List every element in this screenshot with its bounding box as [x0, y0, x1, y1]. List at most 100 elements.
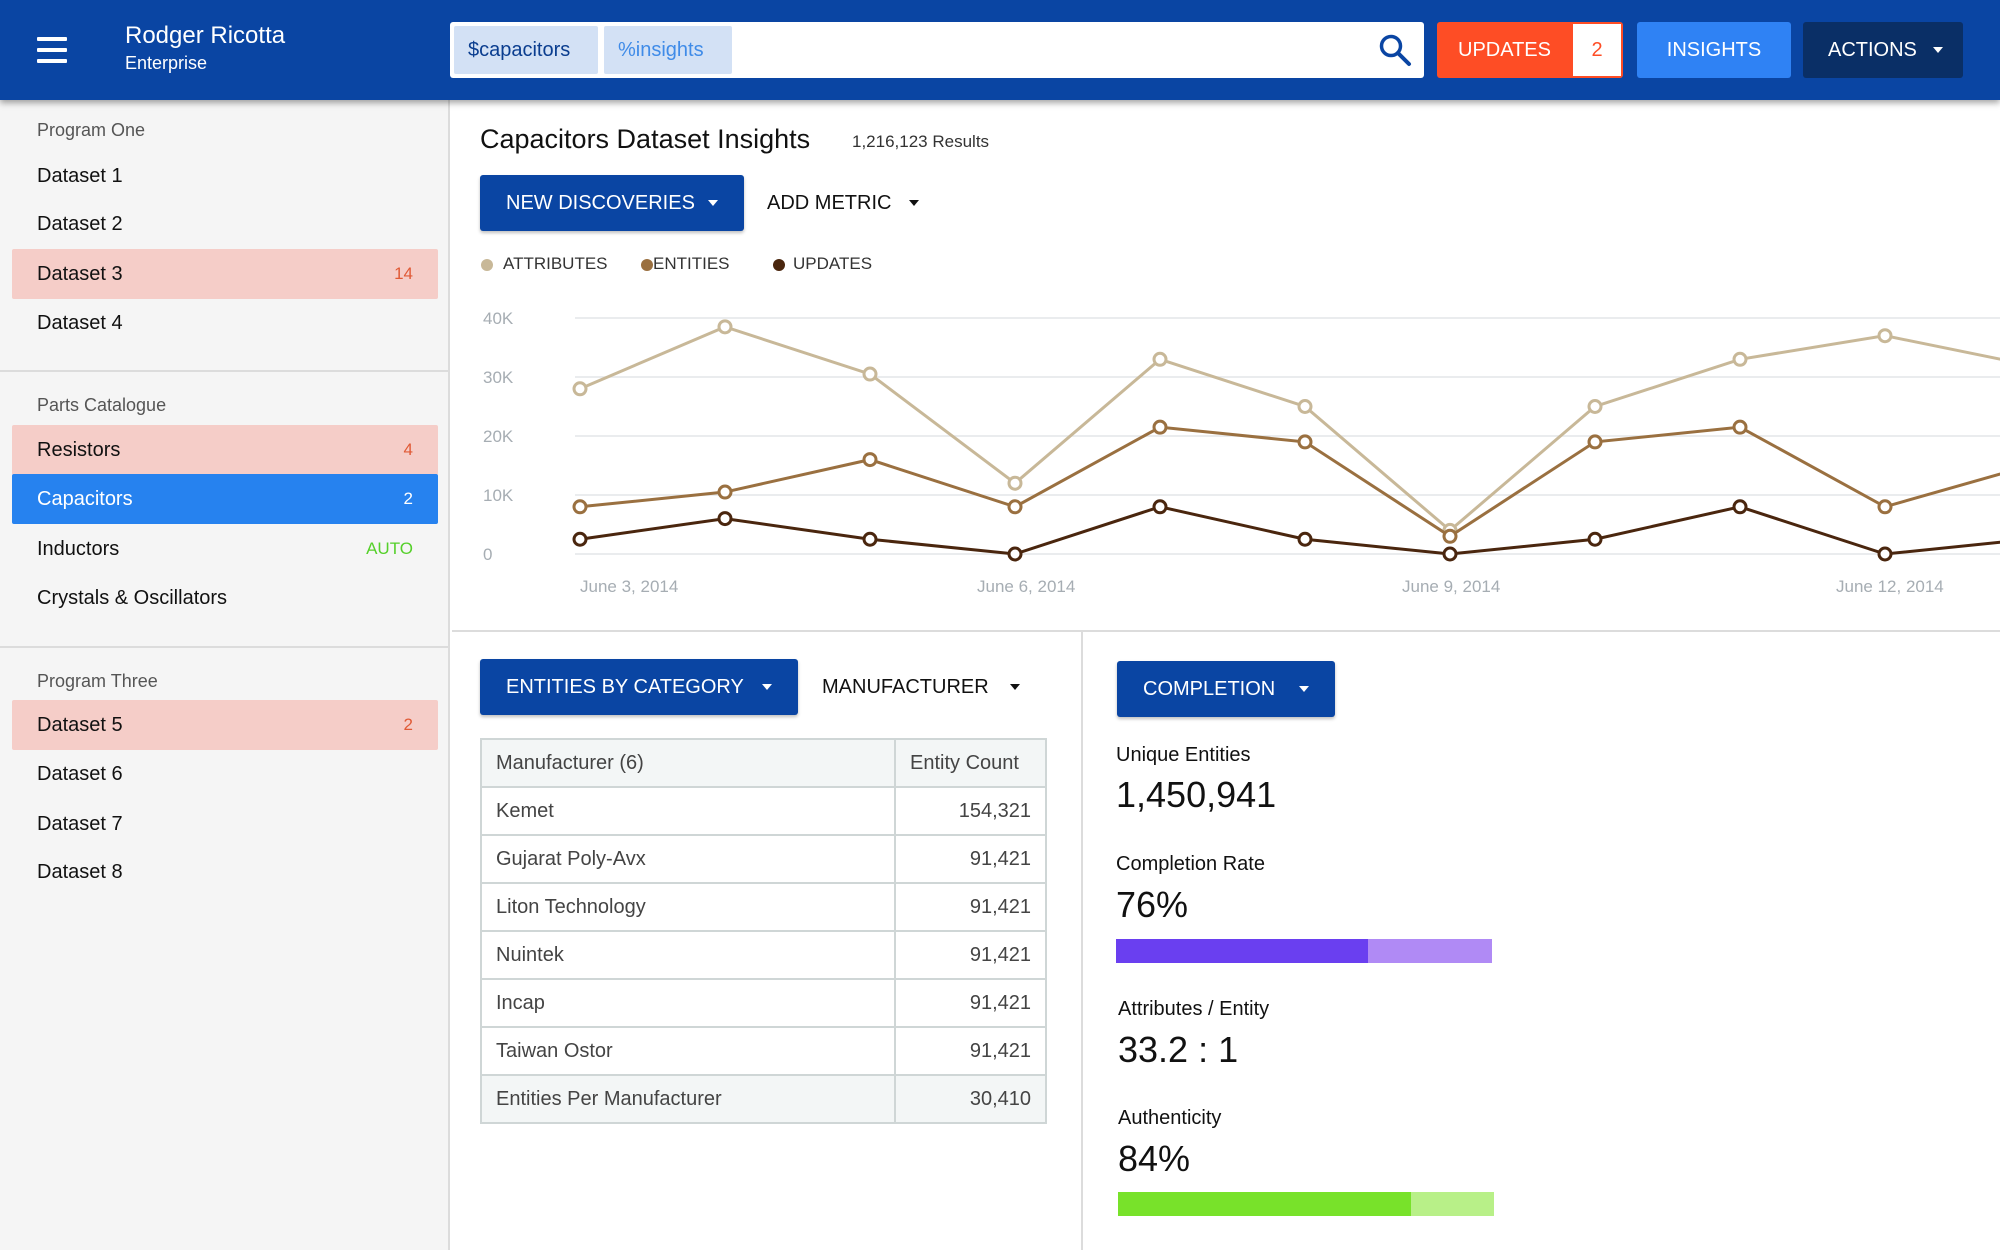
data-point-updates[interactable] — [1877, 546, 1893, 562]
manufacturer-cell: Taiwan Ostor — [480, 1026, 896, 1076]
data-point-entities[interactable] — [862, 452, 878, 468]
data-point-entities[interactable] — [1732, 419, 1748, 435]
auto-badge: AUTO — [366, 539, 413, 558]
sidebar-item-dataset-6[interactable]: Dataset 6 — [12, 749, 438, 799]
line-chart: 40K 30K 20K 10K 0 June 3, 2014 June 6, 2014 Jun… — [483, 309, 2000, 596]
caret-down-icon — [1010, 684, 1020, 690]
sidebar-item-dataset-4[interactable]: Dataset 4 — [12, 298, 438, 348]
data-point-attributes[interactable] — [862, 366, 878, 382]
table-row[interactable]: Gujarat Poly-Avx 91,421 — [480, 834, 1047, 884]
add-metric-dropdown[interactable]: ADD METRIC — [767, 175, 919, 231]
sidebar-item-dataset-7[interactable]: Dataset 7 — [12, 799, 438, 849]
data-point-entities[interactable] — [717, 484, 733, 500]
caret-down-icon — [1299, 686, 1309, 692]
sidebar-item-capacitors[interactable]: Capacitors 2 — [12, 474, 438, 524]
sidebar-item-dataset-5[interactable]: Dataset 5 2 — [12, 700, 438, 750]
sidebar-item-inductors[interactable]: Inductors AUTO — [12, 524, 438, 574]
legend-label: ATTRIBUTES — [503, 254, 608, 273]
sidebar-item-dataset-8[interactable]: Dataset 8 — [12, 847, 438, 897]
column-header-entity-count[interactable]: Entity Count — [894, 738, 1047, 788]
manufacturer-table: Manufacturer (6) Entity Count Kemet 154,3… — [480, 738, 1047, 1124]
data-point-attributes[interactable] — [717, 319, 733, 335]
data-point-entities[interactable] — [1007, 499, 1023, 515]
search-chip-capacitors[interactable]: $capacitors — [454, 26, 598, 74]
caret-down-icon — [1933, 47, 1943, 53]
data-point-updates[interactable] — [1587, 531, 1603, 547]
entities-by-category-dropdown[interactable]: ENTITIES BY CATEGORY — [480, 659, 798, 715]
hamburger-menu-icon[interactable] — [30, 28, 74, 72]
data-point-entities[interactable] — [1442, 528, 1458, 544]
search-input[interactable]: $capacitors %insights — [450, 22, 1424, 78]
table-row[interactable]: Liton Technology 91,421 — [480, 882, 1047, 932]
data-point-entities[interactable] — [1587, 434, 1603, 450]
table-row[interactable]: Taiwan Ostor 91,421 — [480, 1026, 1047, 1076]
authenticity-label: Authenticity — [1118, 1107, 1222, 1129]
data-point-entities[interactable] — [1152, 419, 1168, 435]
table-row[interactable]: Kemet 154,321 — [480, 786, 1047, 836]
data-point-attributes[interactable] — [1732, 351, 1748, 367]
data-point-updates[interactable] — [717, 511, 733, 527]
legend-item-updates[interactable]: UPDATES — [773, 250, 872, 278]
search-chip-insights[interactable]: %insights — [604, 26, 732, 74]
sidebar-item-dataset-3[interactable]: Dataset 3 14 — [12, 249, 438, 299]
column-header-manufacturer[interactable]: Manufacturer (6) — [480, 738, 896, 788]
legend-item-entities[interactable]: ENTITIES — [641, 250, 730, 278]
sidebar-divider — [0, 370, 448, 372]
footer-value-cell: 30,410 — [894, 1074, 1047, 1124]
entity-count-cell: 91,421 — [894, 834, 1047, 884]
data-point-updates[interactable] — [1007, 546, 1023, 562]
sidebar-item-crystals-oscillators[interactable]: Crystals & Oscillators — [12, 573, 438, 623]
sidebar-item-label: Inductors — [37, 538, 120, 560]
legend-item-attributes[interactable]: ATTRIBUTES — [481, 250, 608, 278]
data-point-attributes[interactable] — [1297, 399, 1313, 414]
actions-label: ACTIONS — [1828, 39, 1917, 61]
data-point-updates[interactable] — [1297, 531, 1313, 547]
manufacturer-dropdown[interactable]: MANUFACTURER — [822, 659, 1020, 715]
data-point-entities[interactable] — [1297, 434, 1313, 450]
sidebar: Program One Dataset 1 Dataset 2 Dataset … — [0, 100, 450, 1250]
y-tick-label: 40K — [483, 309, 514, 328]
updates-count-badge: 2 — [1573, 24, 1621, 76]
search-icon[interactable] — [1378, 33, 1412, 67]
actions-dropdown[interactable]: ACTIONS — [1803, 22, 1963, 78]
manufacturer-cell: Incap — [480, 978, 896, 1028]
data-point-updates[interactable] — [572, 531, 588, 547]
manufacturer-cell: Liton Technology — [480, 882, 896, 932]
table-row[interactable]: Incap 91,421 — [480, 978, 1047, 1028]
data-point-attributes[interactable] — [1007, 475, 1023, 491]
entity-count-cell: 91,421 — [894, 1026, 1047, 1076]
entity-count-cell: 91,421 — [894, 978, 1047, 1028]
table-row[interactable]: Nuintek 91,421 — [480, 930, 1047, 980]
sidebar-item-label: Dataset 6 — [37, 763, 123, 785]
completion-dropdown[interactable]: COMPLETION — [1117, 661, 1335, 717]
legend-label: UPDATES — [793, 254, 873, 273]
section-title-program-three: Program Three — [37, 671, 158, 691]
data-point-entities[interactable] — [572, 499, 588, 515]
data-point-attributes[interactable] — [572, 381, 588, 397]
sidebar-item-dataset-2[interactable]: Dataset 2 — [12, 199, 438, 249]
user-organization: Enterprise — [125, 53, 208, 73]
sidebar-item-label: Dataset 8 — [37, 861, 123, 883]
sidebar-item-resistors[interactable]: Resistors 4 — [12, 425, 438, 475]
x-tick-label: June 3, 2014 — [580, 577, 678, 596]
updates-button[interactable]: UPDATES 2 — [1437, 22, 1623, 78]
insights-button[interactable]: INSIGHTS — [1637, 22, 1791, 78]
data-point-updates[interactable] — [862, 531, 878, 547]
attributes-per-entity-label: Attributes / Entity — [1118, 998, 1270, 1020]
sidebar-item-dataset-1[interactable]: Dataset 1 — [12, 151, 438, 201]
data-point-entities[interactable] — [1877, 499, 1893, 515]
data-point-updates[interactable] — [1732, 499, 1748, 515]
count-badge: 2 — [403, 489, 413, 508]
data-point-attributes[interactable] — [1152, 351, 1168, 367]
data-point-updates[interactable] — [1442, 546, 1458, 562]
data-point-attributes[interactable] — [1877, 328, 1893, 344]
sidebar-item-label: Dataset 5 — [37, 714, 123, 736]
updates-label: UPDATES — [1458, 39, 1551, 61]
data-point-attributes[interactable] — [1587, 399, 1603, 414]
data-point-updates[interactable] — [1152, 499, 1168, 515]
user-name: Rodger Ricotta — [125, 22, 286, 49]
legend-dot-icon — [641, 259, 653, 271]
sidebar-item-label: Capacitors — [37, 488, 133, 510]
section-title-parts-catalogue: Parts Catalogue — [37, 395, 167, 415]
new-discoveries-dropdown[interactable]: NEW DISCOVERIES — [480, 175, 744, 231]
